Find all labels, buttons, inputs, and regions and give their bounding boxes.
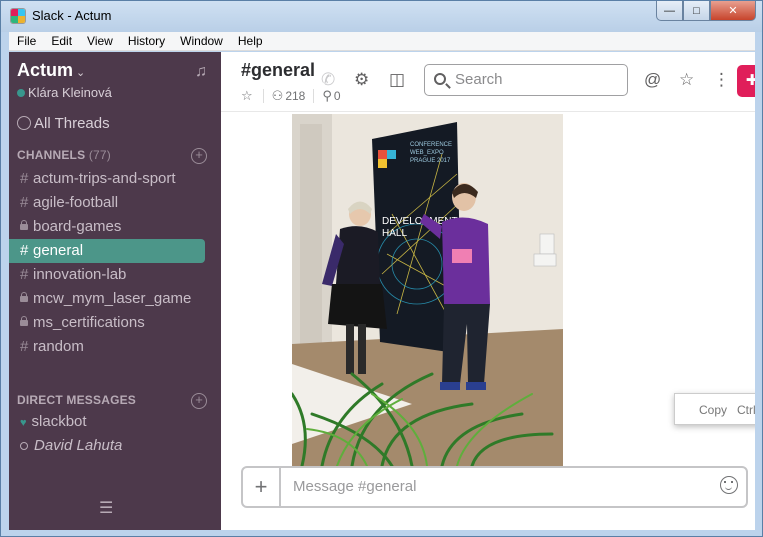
dm-name: slackbot	[31, 413, 87, 430]
channel-label: random	[33, 338, 84, 355]
hash-icon: #	[20, 338, 29, 355]
menu-window[interactable]: Window	[172, 34, 230, 48]
channel-label: innovation-lab	[33, 266, 127, 283]
sidebar: Actum ⌄ ♫ Klára Kleinová All Threads CHAN…	[9, 52, 221, 530]
notification-bell-icon[interactable]: ♫	[195, 63, 207, 81]
window-title: Slack - Actum	[32, 8, 112, 23]
team-name: Actum	[17, 60, 74, 80]
channel-header: #general ☆ ⚇ 218 ⚲ 0 ✆ ⚙ ◫ Search @ ☆ ⋮ ✚	[221, 52, 755, 112]
dm-david-lahuta[interactable]: David Lahuta	[9, 437, 122, 454]
channel-title[interactable]: #general	[241, 60, 315, 81]
presence-icon	[17, 89, 25, 97]
more-options-icon[interactable]: ⋮	[713, 70, 730, 90]
app-window: Slack - Actum — □ ✕ File Edit View Histo…	[0, 0, 763, 537]
direct-messages-header[interactable]: DIRECT MESSAGES	[17, 393, 136, 407]
channel-label: general	[33, 242, 84, 259]
shared-photo[interactable]: CONFERENCE WEB_EXPO PRAGUE 2017 DEVELOPM…	[292, 114, 563, 466]
gear-icon[interactable]: ⚙	[354, 70, 369, 90]
channel-label: ms_certifications	[33, 314, 145, 331]
dm-name: David Lahuta	[34, 437, 123, 454]
pin-icon[interactable]: ⚲	[322, 88, 332, 104]
current-user[interactable]: Klára Kleinová	[17, 85, 112, 100]
context-copy-shortcut: Ctrl+	[737, 403, 755, 417]
poster-line3: PRAGUE 2017	[410, 158, 451, 164]
channel-label: actum-trips-and-sport	[33, 170, 176, 187]
sidebar-channel-mcw-mym-laser-game[interactable]: mcw_mym_laser_game	[9, 287, 205, 311]
starred-items-icon[interactable]: ☆	[679, 70, 694, 90]
message-composer[interactable]: + Message #general	[241, 466, 748, 508]
quick-switcher-icon[interactable]: ☰	[99, 498, 113, 518]
channel-label: agile-football	[33, 194, 119, 211]
sidebar-channel-ms-certifications[interactable]: ms_certifications	[9, 311, 205, 335]
dm-slackbot[interactable]: ♥ slackbot	[9, 413, 87, 430]
channels-count: (77)	[88, 148, 111, 162]
close-button[interactable]: ✕	[710, 1, 756, 21]
pin-count[interactable]: 0	[334, 89, 341, 103]
member-count[interactable]: 218	[285, 89, 305, 103]
gift-icon[interactable]: ✚	[737, 65, 755, 97]
star-icon[interactable]: ☆	[241, 88, 253, 104]
add-dm-icon[interactable]: +	[191, 393, 207, 409]
menu-edit[interactable]: Edit	[43, 34, 79, 48]
menu-history[interactable]: History	[120, 34, 172, 48]
poster-line2: WEB_EXPO	[410, 150, 444, 156]
user-name: Klára Kleinová	[28, 85, 112, 100]
lock-icon	[20, 220, 28, 230]
menu-file[interactable]: File	[9, 34, 43, 48]
title-bar[interactable]: Slack - Actum — □ ✕	[1, 1, 762, 32]
minimize-button[interactable]: —	[656, 1, 683, 21]
hash-icon: #	[20, 170, 29, 187]
main-pane: #general ☆ ⚇ 218 ⚲ 0 ✆ ⚙ ◫ Search @ ☆ ⋮ ✚	[221, 52, 755, 530]
sidebar-channel-board-games[interactable]: board-games	[9, 215, 205, 239]
sidebar-channel-general[interactable]: # general	[9, 239, 205, 263]
dm-label: DIRECT MESSAGES	[17, 393, 137, 407]
sidebar-channel-agile-football[interactable]: # agile-football	[9, 191, 205, 215]
phone-icon[interactable]: ✆	[321, 70, 335, 90]
hash-icon: #	[20, 242, 29, 259]
emoji-icon[interactable]	[720, 476, 738, 494]
team-menu[interactable]: Actum ⌄	[17, 60, 85, 81]
channels-header[interactable]: CHANNELS (77)	[17, 148, 111, 162]
sidebar-channel-actum-trips-and-sport[interactable]: # actum-trips-and-sport	[9, 167, 205, 191]
mentions-icon[interactable]: @	[644, 70, 661, 90]
message-input[interactable]: Message #general	[293, 478, 416, 495]
menu-bar: File Edit View History Window Help	[9, 32, 755, 51]
menu-view[interactable]: View	[79, 34, 120, 48]
add-channel-icon[interactable]: +	[191, 148, 207, 164]
photo-illustration: CONFERENCE WEB_EXPO PRAGUE 2017 DEVELOPM…	[292, 114, 563, 466]
sidebar-channel-innovation-lab[interactable]: # innovation-lab	[9, 263, 205, 287]
lock-icon	[20, 292, 28, 302]
details-panel-icon[interactable]: ◫	[389, 70, 405, 90]
lock-icon	[20, 316, 28, 326]
channel-label: mcw_mym_laser_game	[33, 290, 192, 307]
sidebar-channel-random[interactable]: # random	[9, 335, 205, 359]
poster-line1: CONFERENCE	[410, 142, 452, 148]
maximize-button[interactable]: □	[683, 1, 710, 21]
sidebar-footer: ☰	[9, 486, 221, 530]
search-input[interactable]: Search	[424, 64, 628, 96]
search-placeholder: Search	[455, 71, 503, 88]
hash-icon: #	[20, 266, 29, 283]
context-menu[interactable]: Copy Ctrl+	[674, 393, 755, 425]
away-status-icon	[20, 442, 28, 450]
context-copy[interactable]: Copy	[699, 403, 727, 417]
channel-label: board-games	[33, 218, 122, 235]
heart-icon: ♥	[20, 417, 27, 429]
members-icon[interactable]: ⚇	[272, 88, 284, 104]
menu-help[interactable]: Help	[230, 34, 270, 48]
all-threads-label: All Threads	[34, 115, 110, 132]
search-icon	[434, 73, 446, 85]
chevron-down-icon: ⌄	[76, 67, 86, 79]
message-area[interactable]: CONFERENCE WEB_EXPO PRAGUE 2017 DEVELOPM…	[221, 113, 755, 467]
hash-icon: #	[20, 194, 29, 211]
channels-label: CHANNELS	[17, 148, 86, 162]
poster-hall2: HALL	[382, 228, 407, 239]
threads-icon	[17, 116, 31, 130]
channel-meta: ☆ ⚇ 218 ⚲ 0	[241, 88, 341, 104]
add-attachment-button[interactable]: +	[243, 468, 281, 506]
all-threads-link[interactable]: All Threads	[17, 115, 110, 132]
slack-app-icon	[10, 8, 26, 24]
